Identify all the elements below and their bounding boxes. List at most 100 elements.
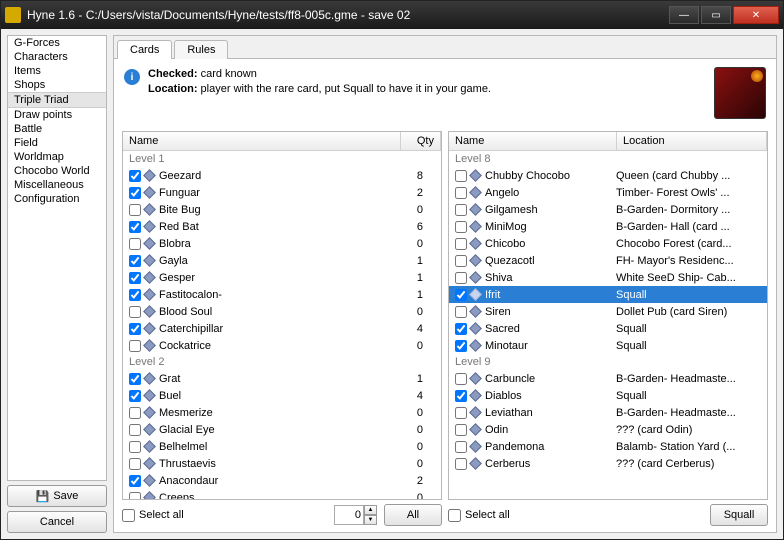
table-row[interactable]: Geezard8 [123, 167, 441, 184]
nav-item-triple-triad[interactable]: Triple Triad [8, 92, 106, 108]
table-row[interactable]: Belhelmel0 [123, 438, 441, 455]
row-checkbox[interactable] [455, 424, 467, 436]
table-row[interactable]: Buel4 [123, 387, 441, 404]
nav-item-battle[interactable]: Battle [8, 122, 106, 136]
table-row[interactable]: Odin??? (card Odin) [449, 421, 767, 438]
table-row[interactable]: ChicoboChocobo Forest (card... [449, 235, 767, 252]
row-checkbox[interactable] [129, 458, 141, 470]
table-row[interactable]: IfritSquall [449, 286, 767, 303]
row-checkbox[interactable] [455, 373, 467, 385]
row-checkbox[interactable] [129, 221, 141, 233]
tab-rules[interactable]: Rules [174, 40, 228, 59]
table-row[interactable]: ShivaWhite SeeD Ship- Cab... [449, 269, 767, 286]
left-grid[interactable]: Name Qty Level 1Geezard8Funguar2Bite Bug… [122, 131, 442, 500]
table-row[interactable]: Cerberus??? (card Cerberus) [449, 455, 767, 472]
table-row[interactable]: Chubby ChocoboQueen (card Chubby ... [449, 167, 767, 184]
table-row[interactable]: Caterchipillar4 [123, 320, 441, 337]
table-row[interactable]: SirenDollet Pub (card Siren) [449, 303, 767, 320]
nav-item-characters[interactable]: Characters [8, 50, 106, 64]
nav-item-miscellaneous[interactable]: Miscellaneous [8, 178, 106, 192]
table-row[interactable]: Thrustaevis0 [123, 455, 441, 472]
col-qty[interactable]: Qty [401, 132, 441, 150]
row-checkbox[interactable] [455, 170, 467, 182]
row-checkbox[interactable] [129, 204, 141, 216]
row-checkbox[interactable] [455, 340, 467, 352]
cancel-button[interactable]: Cancel [7, 511, 107, 533]
tab-cards[interactable]: Cards [117, 40, 172, 59]
table-row[interactable]: AngeloTimber- Forest Owls' ... [449, 184, 767, 201]
table-row[interactable]: DiablosSquall [449, 387, 767, 404]
col-location[interactable]: Location [617, 132, 767, 150]
table-row[interactable]: Gayla1 [123, 252, 441, 269]
nav-item-g-forces[interactable]: G-Forces [8, 36, 106, 50]
table-row[interactable]: Grat1 [123, 370, 441, 387]
squall-button[interactable]: Squall [710, 504, 768, 526]
row-checkbox[interactable] [129, 475, 141, 487]
close-button[interactable]: ✕ [733, 6, 779, 24]
table-row[interactable]: SacredSquall [449, 320, 767, 337]
row-checkbox[interactable] [129, 289, 141, 301]
nav-item-worldmap[interactable]: Worldmap [8, 150, 106, 164]
row-checkbox[interactable] [129, 373, 141, 385]
row-checkbox[interactable] [455, 221, 467, 233]
table-row[interactable]: Funguar2 [123, 184, 441, 201]
row-checkbox[interactable] [455, 255, 467, 267]
row-checkbox[interactable] [455, 458, 467, 470]
row-checkbox[interactable] [129, 272, 141, 284]
table-row[interactable]: Glacial Eye0 [123, 421, 441, 438]
right-grid[interactable]: Name Location Level 8Chubby ChocoboQueen… [448, 131, 768, 500]
row-checkbox[interactable] [455, 407, 467, 419]
minimize-button[interactable]: — [669, 6, 699, 24]
row-checkbox[interactable] [129, 424, 141, 436]
table-row[interactable]: Creeps0 [123, 489, 441, 500]
row-checkbox[interactable] [455, 323, 467, 335]
spin-down-icon[interactable]: ▼ [364, 515, 377, 525]
table-row[interactable]: CarbuncleB-Garden- Headmaste... [449, 370, 767, 387]
table-row[interactable]: LeviathanB-Garden- Headmaste... [449, 404, 767, 421]
table-row[interactable]: GilgameshB-Garden- Dormitory ... [449, 201, 767, 218]
row-checkbox[interactable] [129, 492, 141, 501]
table-row[interactable]: MinotaurSquall [449, 337, 767, 354]
nav-item-items[interactable]: Items [8, 64, 106, 78]
table-row[interactable]: Red Bat6 [123, 218, 441, 235]
right-select-all-checkbox[interactable] [448, 509, 461, 522]
table-row[interactable]: QuezacotlFH- Mayor's Residenc... [449, 252, 767, 269]
left-select-all-checkbox[interactable] [122, 509, 135, 522]
row-checkbox[interactable] [129, 255, 141, 267]
row-checkbox[interactable] [455, 390, 467, 402]
table-row[interactable]: Fastitocalon-1 [123, 286, 441, 303]
right-select-all[interactable]: Select all [448, 509, 510, 522]
row-checkbox[interactable] [129, 340, 141, 352]
nav-item-field[interactable]: Field [8, 136, 106, 150]
table-row[interactable]: PandemonaBalamb- Station Yard (... [449, 438, 767, 455]
all-button[interactable]: All [384, 504, 442, 526]
table-row[interactable]: Bite Bug0 [123, 201, 441, 218]
row-checkbox[interactable] [129, 441, 141, 453]
row-checkbox[interactable] [455, 289, 467, 301]
col-name[interactable]: Name [123, 132, 401, 150]
titlebar[interactable]: Hyne 1.6 - C:/Users/vista/Documents/Hyne… [1, 1, 783, 29]
row-checkbox[interactable] [455, 204, 467, 216]
row-checkbox[interactable] [129, 170, 141, 182]
qty-input[interactable] [334, 505, 364, 525]
row-checkbox[interactable] [455, 306, 467, 318]
row-checkbox[interactable] [455, 187, 467, 199]
spin-up-icon[interactable]: ▲ [364, 505, 377, 515]
row-checkbox[interactable] [129, 407, 141, 419]
row-checkbox[interactable] [129, 187, 141, 199]
table-row[interactable]: Cockatrice0 [123, 337, 441, 354]
nav-item-draw-points[interactable]: Draw points [8, 108, 106, 122]
table-row[interactable]: Mesmerize0 [123, 404, 441, 421]
table-row[interactable]: MiniMogB-Garden- Hall (card ... [449, 218, 767, 235]
left-select-all[interactable]: Select all [122, 509, 184, 522]
row-checkbox[interactable] [129, 390, 141, 402]
col-name[interactable]: Name [449, 132, 617, 150]
row-checkbox[interactable] [129, 323, 141, 335]
table-row[interactable]: Anacondaur2 [123, 472, 441, 489]
maximize-button[interactable]: ▭ [701, 6, 731, 24]
nav-item-chocobo-world[interactable]: Chocobo World [8, 164, 106, 178]
nav-item-configuration[interactable]: Configuration [8, 192, 106, 206]
table-row[interactable]: Blood Soul0 [123, 303, 441, 320]
table-row[interactable]: Blobra0 [123, 235, 441, 252]
row-checkbox[interactable] [129, 306, 141, 318]
